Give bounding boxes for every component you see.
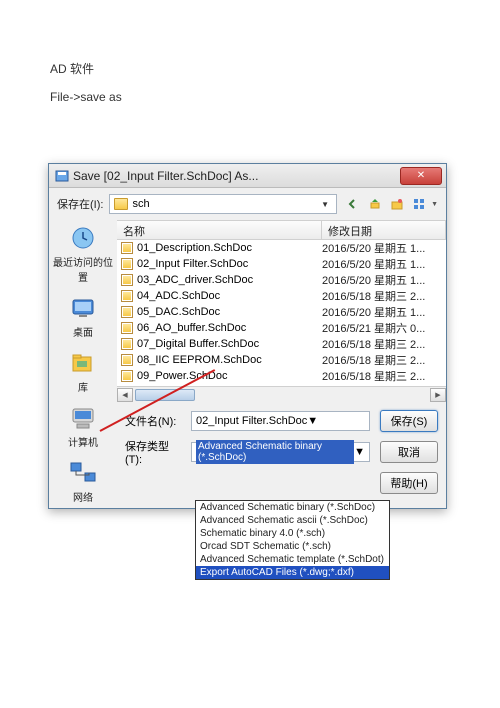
recent-icon [67, 224, 99, 252]
file-row[interactable]: 09_Power.SchDoc2016/5/18 星期三 2... [117, 368, 446, 384]
dialog-title: Save [02_Input Filter.SchDoc] As... [73, 169, 400, 183]
save-in-dropdown[interactable]: sch ▼ [109, 194, 337, 214]
file-list[interactable]: 01_Description.SchDoc2016/5/20 星期五 1...0… [117, 240, 446, 386]
column-date[interactable]: 修改日期 [322, 221, 446, 239]
document-icon [121, 290, 133, 302]
file-row[interactable]: 04_ADC.SchDoc2016/5/18 星期三 2... [117, 288, 446, 304]
close-button[interactable]: ✕ [400, 167, 442, 185]
savetype-option[interactable]: Advanced Schematic template (*.SchDot) [196, 553, 389, 566]
sidebar-item-network[interactable]: 网络 [49, 459, 117, 504]
save-in-label: 保存在(I): [57, 196, 103, 212]
scroll-right-button[interactable]: ▶ [430, 388, 446, 402]
folder-icon [114, 198, 128, 210]
filename-input[interactable]: 02_Input Filter.SchDoc ▼ [191, 411, 370, 431]
scroll-left-button[interactable]: ◀ [117, 388, 133, 402]
document-icon [121, 338, 133, 350]
savetype-dropdown[interactable]: Advanced Schematic binary (*.SchDoc) ▼ [191, 442, 370, 462]
chevron-down-icon[interactable]: ▼ [354, 446, 365, 458]
savetype-label: 保存类型(T): [125, 438, 181, 466]
chevron-down-icon: ▼ [318, 197, 332, 211]
column-name[interactable]: 名称 [117, 221, 322, 239]
help-button[interactable]: 帮助(H) [380, 472, 438, 494]
desktop-icon [67, 294, 99, 322]
page-subtext: File->save as [50, 90, 122, 104]
file-row[interactable]: 07_Digital Buffer.SchDoc2016/5/18 星期三 2.… [117, 336, 446, 352]
document-icon [121, 370, 133, 382]
cancel-button[interactable]: 取消 [380, 441, 438, 463]
sidebar-item-recent[interactable]: 最近访问的位置 [49, 224, 117, 284]
savetype-option[interactable]: Export AutoCAD Files (*.dwg;*.dxf) [196, 566, 389, 579]
save-in-row: 保存在(I): sch ▼ ▼ [49, 188, 446, 220]
up-one-level-button[interactable] [365, 194, 385, 214]
app-icon [55, 169, 69, 183]
savetype-options-list[interactable]: Advanced Schematic binary (*.SchDoc)Adva… [195, 500, 390, 580]
network-icon [67, 459, 99, 487]
save-in-value: sch [132, 198, 149, 210]
document-icon [121, 354, 133, 366]
titlebar[interactable]: Save [02_Input Filter.SchDoc] As... ✕ [49, 164, 446, 188]
document-icon [121, 322, 133, 334]
file-row[interactable]: 06_AO_buffer.SchDoc2016/5/21 星期六 0... [117, 320, 446, 336]
new-folder-button[interactable] [387, 194, 407, 214]
chevron-down-icon[interactable]: ▼ [307, 415, 318, 427]
file-row[interactable]: 02_Input Filter.SchDoc2016/5/20 星期五 1... [117, 256, 446, 272]
document-icon [121, 306, 133, 318]
document-icon [121, 274, 133, 286]
savetype-option[interactable]: Orcad SDT Schematic (*.sch) [196, 540, 389, 553]
page-heading: AD 软件 [50, 60, 94, 77]
savetype-option[interactable]: Advanced Schematic ascii (*.SchDoc) [196, 514, 389, 527]
sidebar-item-libraries[interactable]: 库 [49, 349, 117, 394]
libraries-icon [67, 349, 99, 377]
file-row[interactable]: 05_DAC.SchDoc2016/5/20 星期五 1... [117, 304, 446, 320]
view-menu-arrow-icon[interactable]: ▼ [431, 201, 438, 208]
file-row[interactable]: 08_IIC EEPROM.SchDoc2016/5/18 星期三 2... [117, 352, 446, 368]
filename-label: 文件名(N): [125, 413, 181, 429]
save-as-dialog: Save [02_Input Filter.SchDoc] As... ✕ 保存… [48, 163, 447, 509]
savetype-option[interactable]: Schematic binary 4.0 (*.sch) [196, 527, 389, 540]
back-button[interactable] [343, 194, 363, 214]
document-icon [121, 242, 133, 254]
savetype-option[interactable]: Advanced Schematic binary (*.SchDoc) [196, 501, 389, 514]
places-sidebar: 最近访问的位置 桌面 库 计算机 网络 [49, 220, 117, 508]
computer-icon [67, 404, 99, 432]
view-menu-button[interactable] [409, 194, 429, 214]
file-list-header: 名称 修改日期 [117, 220, 446, 240]
close-icon: ✕ [417, 170, 425, 181]
file-row[interactable]: 03_ADC_driver.SchDoc2016/5/20 星期五 1... [117, 272, 446, 288]
sidebar-item-desktop[interactable]: 桌面 [49, 294, 117, 339]
document-icon [121, 258, 133, 270]
file-row[interactable]: 01_Description.SchDoc2016/5/20 星期五 1... [117, 240, 446, 256]
save-button[interactable]: 保存(S) [380, 410, 438, 432]
